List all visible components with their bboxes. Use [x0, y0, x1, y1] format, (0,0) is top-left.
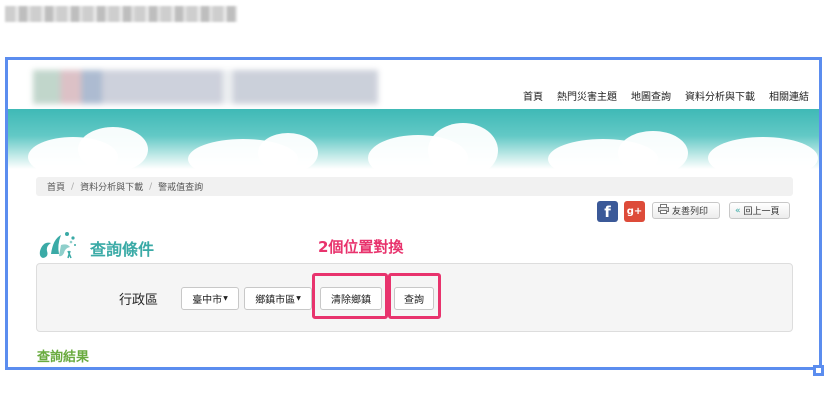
top-navigation: 首頁 熱門災害主題 地圖查詢 資料分析與下載 相關連結 — [523, 88, 809, 103]
city-select-value: 臺中市 — [192, 295, 223, 306]
city-select[interactable]: 臺中市 ▼ — [181, 287, 239, 310]
breadcrumb-separator: / — [71, 181, 75, 192]
district-label: 行政區 — [119, 293, 159, 308]
nav-data-download[interactable]: 資料分析與下載 — [685, 88, 755, 103]
caret-down-icon: ▼ — [223, 295, 228, 302]
annotation-highlight-query — [388, 273, 441, 319]
disaster-logo-icon — [39, 232, 76, 259]
caret-down-icon: ▼ — [296, 295, 301, 302]
breadcrumb-data-analysis[interactable]: 資料分析與下載 — [80, 180, 143, 193]
breadcrumb-home[interactable]: 首頁 — [47, 180, 65, 193]
resize-handle[interactable] — [813, 365, 824, 376]
township-select-value: 鄉鎮市區 — [255, 295, 296, 306]
annotation-highlight-clear — [312, 273, 388, 319]
nav-home[interactable]: 首頁 — [523, 88, 543, 103]
printer-icon — [658, 204, 669, 217]
query-conditions-title: 查詢條件 — [90, 240, 155, 259]
breadcrumb-separator: / — [149, 181, 153, 192]
breadcrumb: 首頁 / 資料分析與下載 / 警戒值查詢 — [36, 177, 793, 196]
nav-hot-topics[interactable]: 熱門災害主題 — [557, 88, 617, 103]
back-label: 回上一頁 — [743, 207, 780, 217]
header-banner — [8, 109, 819, 169]
blurred-window-title — [5, 6, 237, 22]
swap-annotation-label: 2個位置對換 — [318, 238, 404, 256]
double-chevron-left-icon: « — [735, 205, 741, 216]
facebook-share-icon[interactable]: f — [597, 201, 618, 222]
back-button[interactable]: « 回上一頁 — [729, 202, 790, 219]
township-select[interactable]: 鄉鎮市區 ▼ — [244, 287, 312, 310]
googleplus-share-icon[interactable]: g+ — [624, 201, 645, 222]
print-button[interactable]: 友善列印 — [652, 202, 720, 219]
query-results-title: 查詢結果 — [37, 350, 90, 365]
nav-related-links[interactable]: 相關連結 — [769, 88, 809, 103]
nav-map-query[interactable]: 地圖查詢 — [631, 88, 671, 103]
site-logo — [33, 70, 378, 104]
breadcrumb-current: 警戒值查詢 — [158, 183, 204, 193]
print-label: 友善列印 — [672, 207, 709, 217]
